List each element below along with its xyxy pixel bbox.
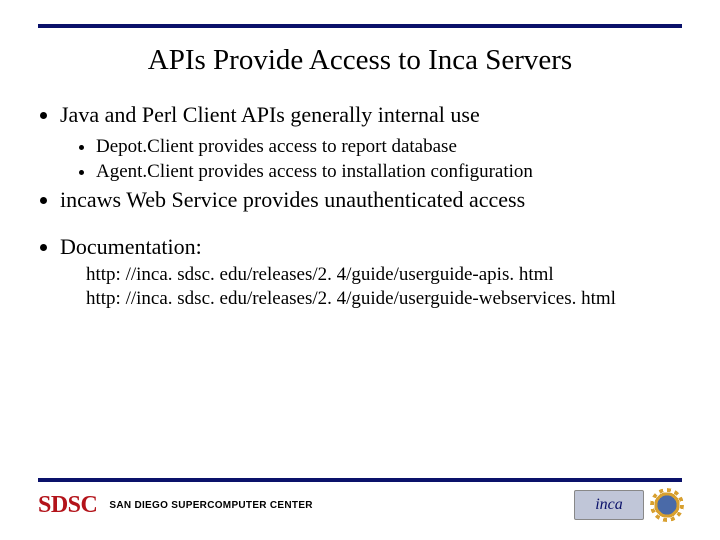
footer: SDSC SAN DIEGO SUPERCOMPUTER CENTER inca <box>38 478 682 520</box>
bullet-item: Documentation: http: //inca. sdsc. edu/r… <box>60 234 696 310</box>
sub-bullet-item: Agent.Client provides access to installa… <box>96 160 696 183</box>
footer-rule <box>38 478 682 482</box>
top-rule <box>38 24 682 28</box>
bullet-item: incaws Web Service provides unauthentica… <box>60 187 696 214</box>
slide-title: APIs Provide Access to Inca Servers <box>0 44 720 77</box>
slide-body: Java and Perl Client APIs generally inte… <box>34 102 696 314</box>
nsf-logo-icon <box>652 490 682 520</box>
bullet-text: Java and Perl Client APIs generally inte… <box>60 102 480 127</box>
doc-links: http: //inca. sdsc. edu/releases/2. 4/gu… <box>86 263 696 310</box>
footer-center-text: SAN DIEGO SUPERCOMPUTER CENTER <box>109 500 312 511</box>
sdsc-logo: SDSC <box>38 492 97 519</box>
footer-right: inca <box>574 490 682 520</box>
inca-logo: inca <box>574 490 644 520</box>
bullet-item: Java and Perl Client APIs generally inte… <box>60 102 696 183</box>
footer-left: SDSC SAN DIEGO SUPERCOMPUTER CENTER <box>38 492 313 519</box>
bullet-text: Documentation: <box>60 234 202 259</box>
bullet-list: Java and Perl Client APIs generally inte… <box>34 102 696 310</box>
doc-link: http: //inca. sdsc. edu/releases/2. 4/gu… <box>86 287 696 310</box>
sub-bullet-list: Depot.Client provides access to report d… <box>60 135 696 183</box>
doc-link: http: //inca. sdsc. edu/releases/2. 4/gu… <box>86 263 696 286</box>
footer-row: SDSC SAN DIEGO SUPERCOMPUTER CENTER inca <box>38 490 682 520</box>
sub-bullet-item: Depot.Client provides access to report d… <box>96 135 696 158</box>
